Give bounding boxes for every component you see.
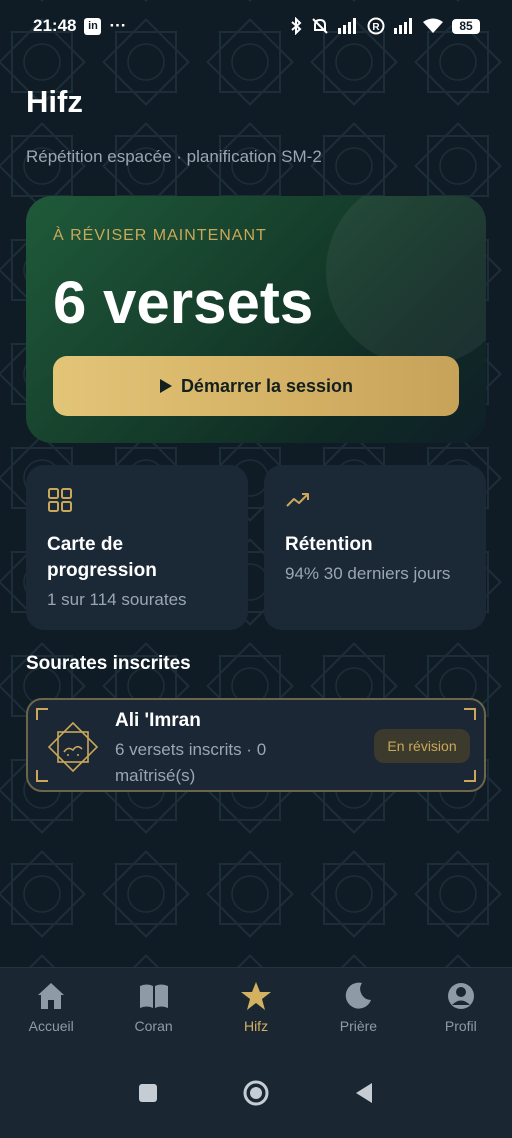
nav-label: Hifz [243,1018,269,1034]
trending-up-icon [286,493,309,507]
progress-card-subtitle: 1 sur 114 sourates [47,590,187,609]
triangle-back-icon [356,1082,372,1103]
start-session-button[interactable]: Démarrer la session [53,356,459,416]
corner-ornament [464,770,476,782]
corner-ornament [36,708,48,720]
signal-icon-2 [394,18,412,34]
start-session-label: Démarrer la session [180,375,354,396]
enrolled-section-title: Sourates inscrites [26,653,191,674]
retention-card-subtitle: 94% 30 derniers jours [285,564,451,583]
hero-kicker: À RÉVISER MAINTENANT [53,227,267,244]
corner-ornament [464,708,476,720]
surah-list-item[interactable]: Ali 'Imran 6 versets inscrits · 0 maîtri… [26,698,486,792]
surah-meta: 6 versets inscrits · 0 maîtrisé(s) [115,740,267,785]
corner-ornament [36,770,48,782]
surah-name: Ali 'Imran [115,710,201,731]
retention-card-title: Rétention [285,534,373,555]
nav-label: Coran [134,1018,173,1034]
nav-item-priere[interactable]: Prière [307,968,409,1047]
nav-label: Accueil [28,1018,74,1034]
bottom-navigation: Accueil Coran Hifz Prière Profil [0,967,512,1047]
hero-verse-count: 6 versets [53,269,314,336]
page-title: Hifz [26,84,83,119]
signal-icon [338,18,356,34]
progress-card-title: Carte de progression [47,534,157,581]
book-icon [139,984,168,1008]
registered-icon: R [367,17,385,35]
star-icon [241,982,272,1010]
surah-emblem-icon [48,722,98,772]
nav-item-coran[interactable]: Coran [102,968,204,1047]
wifi-icon [423,18,443,33]
home-button[interactable] [242,1079,270,1107]
more-icon: ··· [109,16,127,35]
nav-label: Prière [339,1018,378,1034]
back-button[interactable] [350,1079,378,1107]
home-icon [38,983,65,1009]
linkedin-icon: in [84,17,102,35]
nav-item-accueil[interactable]: Accueil [0,968,102,1047]
play-icon [159,379,172,393]
circle-icon [243,1080,269,1105]
status-bar: 21:48 in ··· R 85 [0,0,512,52]
grid-icon [48,488,72,512]
status-badge: En révision [374,729,470,763]
recents-button[interactable] [134,1079,162,1107]
nav-item-profil[interactable]: Profil [410,968,512,1047]
nav-label: Profil [444,1018,477,1034]
hero-decoration [326,196,486,366]
progress-map-card[interactable]: Carte de progression 1 sur 114 sourates [26,465,248,630]
moon-icon [346,982,372,1009]
svg-text:R: R [372,22,380,33]
nav-item-hifz[interactable]: Hifz [205,968,307,1047]
review-hero-card: À RÉVISER MAINTENANT 6 versets Démarrer … [26,196,486,443]
clock: 21:48 [33,16,77,35]
page-subtitle: Répétition espacée · planification SM-2 [26,147,322,166]
square-icon [139,1083,157,1102]
system-navigation-bar [0,1047,512,1138]
profile-icon [447,983,474,1009]
battery-indicator: 85 [452,18,480,34]
bluetooth-icon [291,17,302,35]
retention-card[interactable]: Rétention 94% 30 derniers jours [264,465,486,630]
silent-icon [312,18,328,34]
